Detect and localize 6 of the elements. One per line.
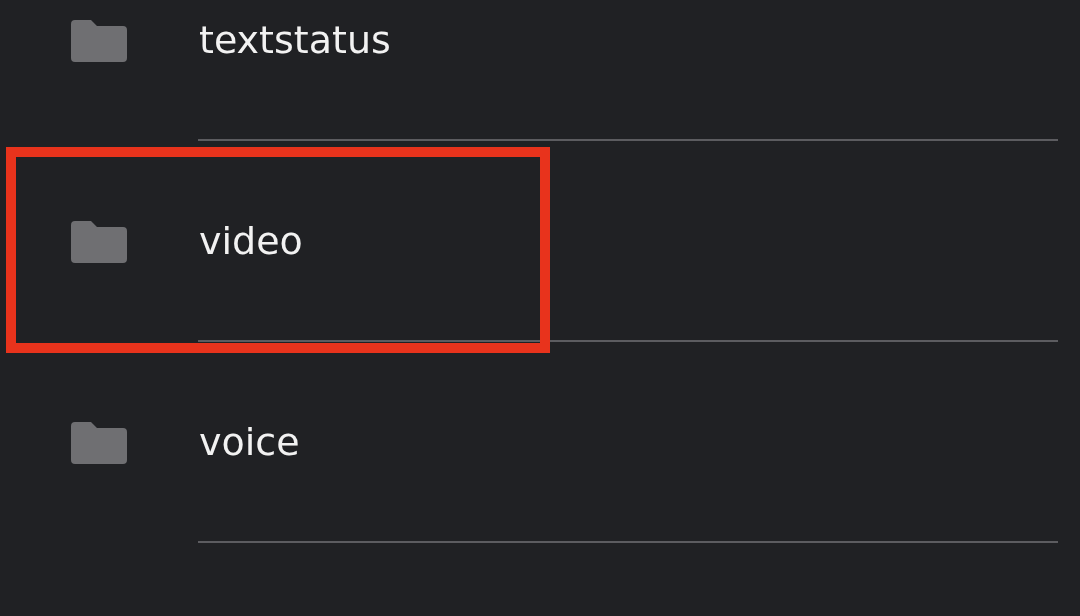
folder-icon xyxy=(71,19,127,62)
folder-name[interactable]: voice xyxy=(199,419,300,466)
folder-icon xyxy=(71,421,127,464)
folder-icon xyxy=(71,220,127,263)
folder-name[interactable]: video xyxy=(199,218,303,265)
folder-name[interactable]: textstatus xyxy=(199,17,391,64)
